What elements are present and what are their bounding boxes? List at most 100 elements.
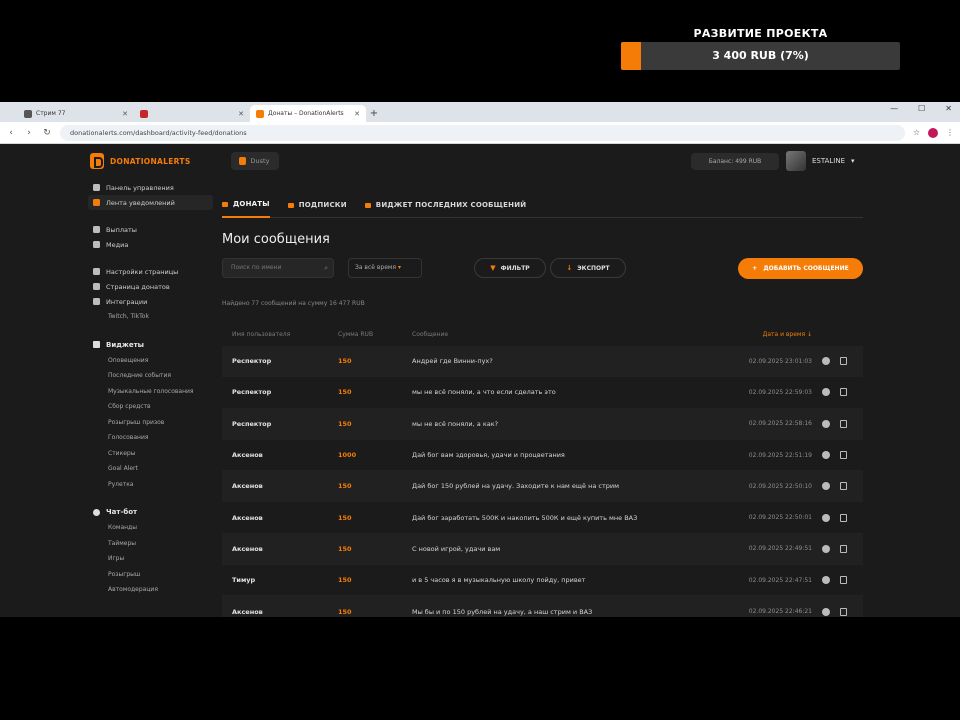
- copy-icon[interactable]: [840, 419, 847, 428]
- logo-text: DONATIONALERTS: [110, 156, 191, 166]
- sidebar-item-bot[interactable]: Команды: [88, 520, 213, 536]
- donor-name: Аксенов: [232, 482, 263, 491]
- app-logo[interactable]: DONATIONALERTS: [90, 153, 191, 169]
- tab-close-icon[interactable]: ✕: [122, 110, 128, 118]
- replay-icon[interactable]: [822, 451, 830, 460]
- sidebar-item-widget[interactable]: Сбор средств: [88, 399, 213, 415]
- sidebar-item-widget[interactable]: Рулетка: [88, 477, 213, 493]
- copy-icon[interactable]: [840, 388, 847, 397]
- column-header-name[interactable]: Имя пользователя: [222, 331, 328, 338]
- replay-icon[interactable]: [822, 388, 830, 397]
- table-row[interactable]: Респектор 150 мы не всё поняли, а как? 0…: [222, 408, 863, 440]
- back-icon[interactable]: ‹: [6, 128, 16, 138]
- sidebar-item-widget[interactable]: Последние события: [88, 368, 213, 384]
- donor-name: Респектор: [232, 419, 272, 428]
- copy-icon[interactable]: [840, 576, 847, 585]
- browser-tab-title: Стрим 77: [36, 110, 66, 117]
- reload-icon[interactable]: ↻: [42, 128, 52, 138]
- balance-dropdown[interactable]: Баланс: 499 RUB: [691, 153, 779, 170]
- sidebar-item-bot[interactable]: Розыгрыш: [88, 567, 213, 583]
- row-actions: [816, 357, 863, 366]
- copy-icon[interactable]: [840, 513, 847, 522]
- filter-button-label: ФИЛЬТР: [500, 264, 530, 272]
- widgets-list: Оповещения Последние события Музыкальные…: [88, 353, 213, 493]
- browser-tab-3[interactable]: Донаты – DonationAlerts ✕: [250, 105, 366, 122]
- table-row[interactable]: Аксенов 150 Мы бы и по 150 рублей на уда…: [222, 596, 863, 617]
- table-row[interactable]: Аксенов 150 Дай бог заработать 500К и на…: [222, 502, 863, 534]
- sidebar-item-widget[interactable]: Оповещения: [88, 353, 213, 369]
- add-message-button[interactable]: + ДОБАВИТЬ СООБЩЕНИЕ: [738, 258, 863, 279]
- copy-icon[interactable]: [840, 451, 847, 460]
- sidebar-item-widget[interactable]: Голосования: [88, 430, 213, 446]
- maximize-icon[interactable]: ☐: [918, 104, 925, 113]
- address-bar[interactable]: donationalerts.com/dashboard/activity-fe…: [60, 124, 905, 141]
- sidebar-item-widget[interactable]: Музыкальные голосования: [88, 384, 213, 400]
- page-title: Мои сообщения: [222, 232, 330, 247]
- sidebar-item-media[interactable]: Медиа: [88, 237, 213, 252]
- column-header-sum[interactable]: Сумма RUB: [328, 331, 402, 338]
- copy-icon[interactable]: [840, 607, 847, 616]
- forward-icon[interactable]: ›: [24, 128, 34, 138]
- browser-tab-2[interactable]: ✕: [134, 105, 250, 122]
- table-row[interactable]: Респектор 150 Андрей где Винни-пух? 02.0…: [222, 346, 863, 378]
- table-row[interactable]: Аксенов 150 С новой игрой, удачи вам 02.…: [222, 533, 863, 566]
- new-tab-button[interactable]: +: [366, 105, 382, 122]
- sidebar-item-widget[interactable]: Розыгрыш призов: [88, 415, 213, 431]
- table-row[interactable]: Аксенов 1000 Дай бог вам здоровья, удачи…: [222, 439, 863, 472]
- sidebar-item-payouts[interactable]: Выплаты: [88, 222, 213, 237]
- minimize-icon[interactable]: —: [890, 104, 898, 113]
- browser-window: Стрим 77 ✕ ✕ Донаты – DonationAlerts ✕ +…: [0, 102, 960, 617]
- toolbar-actions: ☆ ⋮: [913, 127, 954, 138]
- browser-menu-icon[interactable]: ⋮: [946, 128, 954, 137]
- channel-selector[interactable]: Dusty: [230, 152, 280, 170]
- tab-subscriptions[interactable]: ПОДПИСКИ: [287, 192, 347, 218]
- bookmark-star-icon[interactable]: ☆: [913, 128, 920, 137]
- column-header-date-label: Дата и время: [762, 330, 806, 338]
- table-row[interactable]: Респектор 150 мы не всё поняли, а что ес…: [222, 377, 863, 409]
- row-actions: [816, 544, 863, 553]
- profile-avatar-icon[interactable]: [928, 127, 938, 138]
- sidebar-item-widget[interactable]: Стикеры: [88, 446, 213, 462]
- replay-icon[interactable]: [822, 513, 830, 522]
- tab-close-icon[interactable]: ✕: [354, 110, 360, 118]
- replay-icon[interactable]: [822, 607, 830, 616]
- donor-name: Респектор: [232, 357, 272, 366]
- copy-icon[interactable]: [840, 482, 847, 491]
- sidebar: Панель управления Лента уведомлений Выпл…: [88, 180, 213, 598]
- sidebar-item-activity-feed[interactable]: Лента уведомлений: [88, 195, 213, 210]
- sidebar-subitem-integration[interactable]: Twitch, TikTok: [88, 309, 213, 325]
- sidebar-item-bot[interactable]: Игры: [88, 551, 213, 567]
- replay-icon[interactable]: [822, 419, 830, 428]
- browser-tab-1[interactable]: Стрим 77 ✕: [18, 105, 134, 122]
- table-row[interactable]: Аксенов 150 Дай бог 150 рублей на удачу.…: [222, 471, 863, 503]
- table-row[interactable]: Тимур 150 и в 5 часов я в музыкальную шк…: [222, 565, 863, 597]
- sidebar-item-page-settings[interactable]: Настройки страницы: [88, 264, 213, 279]
- sidebar-item-donation-page[interactable]: Страница донатов: [88, 279, 213, 294]
- replay-icon[interactable]: [822, 357, 830, 366]
- user-menu[interactable]: ESTALINE ▾: [786, 151, 855, 171]
- sidebar-item-bot[interactable]: Автомодерация: [88, 582, 213, 598]
- sidebar-item-bot[interactable]: Таймеры: [88, 536, 213, 552]
- replay-icon[interactable]: [822, 482, 830, 491]
- filter-button[interactable]: ▼ ФИЛЬТР: [474, 258, 546, 278]
- tab-donations[interactable]: ДОНАТЫ: [222, 192, 270, 218]
- sidebar-item-dashboard[interactable]: Панель управления: [88, 180, 213, 195]
- search-input[interactable]: Поиск по имени ⌕: [222, 258, 334, 278]
- sidebar-item-integrations[interactable]: Интеграции: [88, 294, 213, 309]
- tab-close-icon[interactable]: ✕: [238, 110, 244, 118]
- tab-recent-messages-widget[interactable]: ВИДЖЕТ ПОСЛЕДНИХ СООБЩЕНИЙ: [364, 192, 527, 218]
- replay-icon[interactable]: [822, 576, 830, 585]
- column-header-date[interactable]: Дата и время ↓: [742, 331, 816, 338]
- sidebar-item-widget[interactable]: Goal Alert: [88, 461, 213, 477]
- replay-icon[interactable]: [822, 544, 830, 553]
- close-window-icon[interactable]: ✕: [945, 104, 952, 113]
- tab-label: ДОНАТЫ: [233, 200, 270, 208]
- copy-icon[interactable]: [840, 357, 847, 366]
- tab-favicon-icon: [256, 109, 264, 118]
- export-button[interactable]: ↓ ЭКСПОРТ: [550, 258, 626, 278]
- widget-icon: [364, 202, 371, 208]
- sidebar-item-label: Панель управления: [106, 183, 174, 192]
- copy-icon[interactable]: [840, 544, 847, 553]
- subscription-icon: [287, 202, 294, 208]
- period-select[interactable]: За всё время ▾: [348, 258, 422, 278]
